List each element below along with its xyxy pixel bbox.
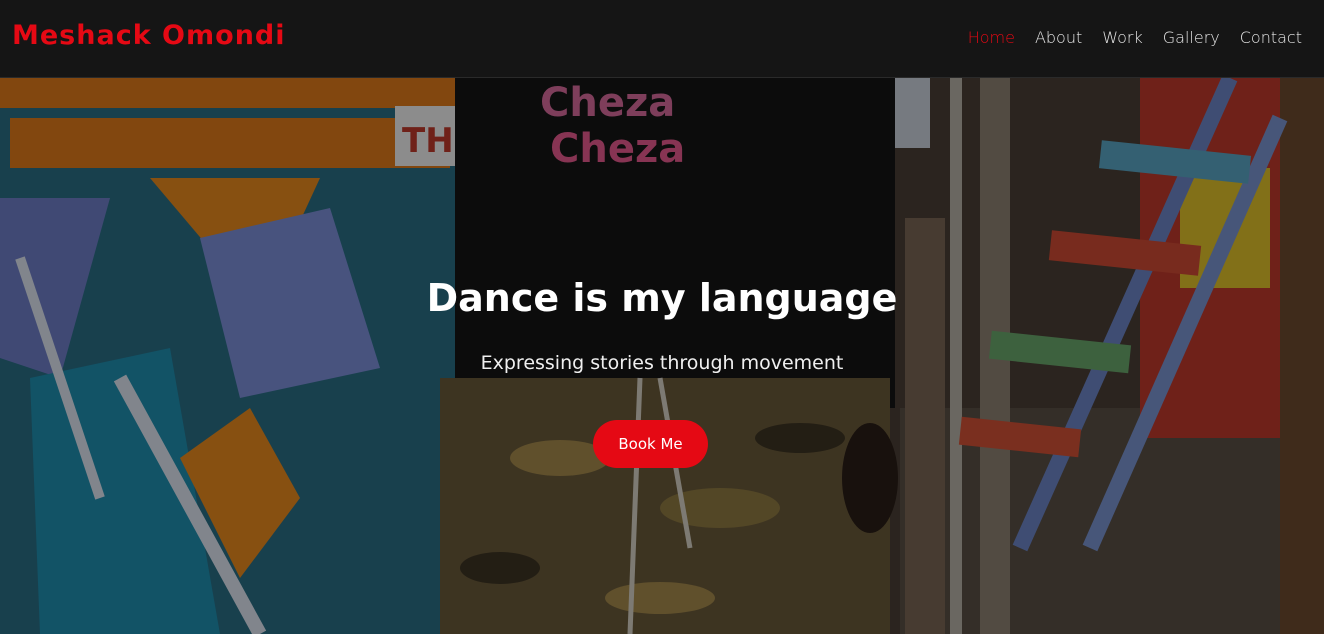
main-nav: Home About Work Gallery Contact — [968, 28, 1302, 47]
nav-contact[interactable]: Contact — [1240, 28, 1302, 47]
hero-section: TH Cheza Cheza Dance is my language Expr… — [0, 78, 1324, 634]
navbar: Meshack Omondi Home About Work Gallery C… — [0, 0, 1324, 78]
book-me-button[interactable]: Book Me — [593, 420, 708, 468]
hero-subtitle: Expressing stories through movement — [480, 352, 844, 374]
nav-home[interactable]: Home — [968, 28, 1015, 47]
nav-work[interactable]: Work — [1102, 28, 1143, 47]
hero-title: Dance is my language — [426, 276, 898, 320]
page: Meshack Omondi Home About Work Gallery C… — [0, 0, 1324, 634]
nav-gallery[interactable]: Gallery — [1163, 28, 1220, 47]
nav-about[interactable]: About — [1035, 28, 1082, 47]
site-logo[interactable]: Meshack Omondi — [12, 20, 286, 51]
